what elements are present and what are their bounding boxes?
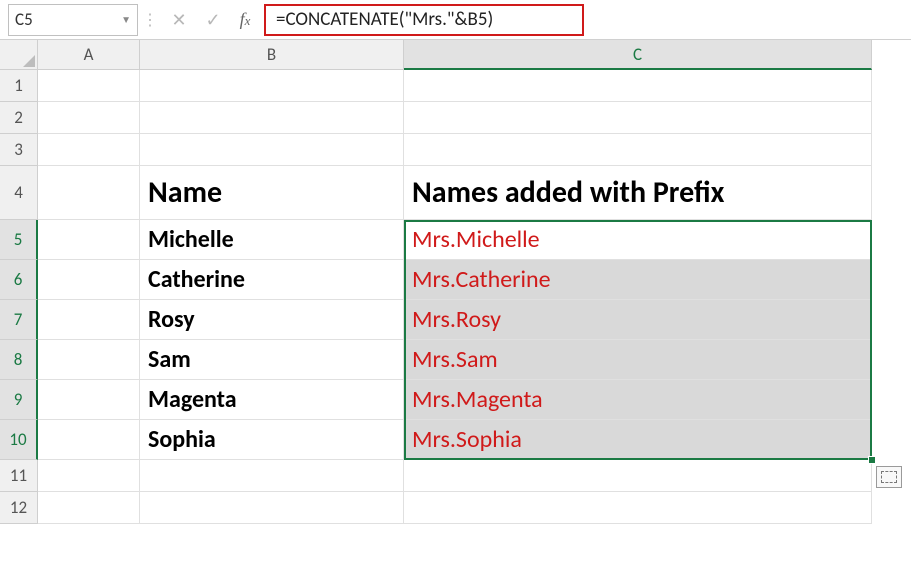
confirm-icon[interactable]: ✓	[196, 4, 230, 36]
cell-b3[interactable]	[140, 134, 404, 166]
row-header-8[interactable]: 8	[0, 340, 38, 380]
cell-a2[interactable]	[38, 102, 140, 134]
chevron-down-icon[interactable]: ▼	[121, 13, 131, 26]
cell-a5[interactable]	[38, 220, 140, 260]
cell-a4[interactable]	[38, 166, 140, 220]
col-header-b[interactable]: B	[140, 40, 404, 70]
formula-input[interactable]: =CONCATENATE("Mrs."&B5)	[264, 4, 584, 36]
row-header-5[interactable]: 5	[0, 220, 38, 260]
grid: Name Names added with Prefix Michelle Mr…	[38, 70, 872, 524]
cell-b11[interactable]	[140, 460, 404, 492]
cell-c2[interactable]	[404, 102, 872, 134]
column-headers: A B C	[38, 40, 872, 70]
row-header-11[interactable]: 11	[0, 460, 38, 492]
cell-b5[interactable]: Michelle	[140, 220, 404, 260]
name-box[interactable]: C5 ▼	[8, 4, 138, 36]
cell-a7[interactable]	[38, 300, 140, 340]
row-header-4[interactable]: 4	[0, 166, 38, 220]
cell-b12[interactable]	[140, 492, 404, 524]
cell-b2[interactable]	[140, 102, 404, 134]
cell-c3[interactable]	[404, 134, 872, 166]
cell-b7[interactable]: Rosy	[140, 300, 404, 340]
formula-text: =CONCATENATE("Mrs."&B5)	[276, 8, 493, 31]
cell-c11[interactable]	[404, 460, 872, 492]
cell-a1[interactable]	[38, 70, 140, 102]
separator-icon: ⋮	[138, 10, 162, 30]
cell-a10[interactable]	[38, 420, 140, 460]
paste-options-icon[interactable]	[876, 466, 902, 488]
col-header-a[interactable]: A	[38, 40, 140, 70]
row-header-10[interactable]: 10	[0, 420, 38, 460]
row-header-12[interactable]: 12	[0, 492, 38, 524]
fx-icon[interactable]: fx	[230, 9, 260, 30]
row-header-9[interactable]: 9	[0, 380, 38, 420]
select-all-corner[interactable]	[0, 40, 38, 70]
row-header-7[interactable]: 7	[0, 300, 38, 340]
formula-bar: C5 ▼ ⋮ ✕ ✓ fx =CONCATENATE("Mrs."&B5)	[0, 0, 911, 40]
cell-a12[interactable]	[38, 492, 140, 524]
cell-a11[interactable]	[38, 460, 140, 492]
cell-c9[interactable]: Mrs.Magenta	[404, 380, 872, 420]
cell-c12[interactable]	[404, 492, 872, 524]
cell-b8[interactable]: Sam	[140, 340, 404, 380]
col-header-c[interactable]: C	[404, 40, 872, 70]
row-header-6[interactable]: 6	[0, 260, 38, 300]
cell-b6[interactable]: Catherine	[140, 260, 404, 300]
cell-c8[interactable]: Mrs.Sam	[404, 340, 872, 380]
cell-c7[interactable]: Mrs.Rosy	[404, 300, 872, 340]
row-header-2[interactable]: 2	[0, 102, 38, 134]
cell-a8[interactable]	[38, 340, 140, 380]
row-header-1[interactable]: 1	[0, 70, 38, 102]
cell-c6[interactable]: Mrs.Catherine	[404, 260, 872, 300]
cell-c1[interactable]	[404, 70, 872, 102]
cell-c10[interactable]: Mrs.Sophia	[404, 420, 872, 460]
cell-a9[interactable]	[38, 380, 140, 420]
name-box-value: C5	[15, 9, 33, 30]
cancel-icon[interactable]: ✕	[162, 4, 196, 36]
cell-b10[interactable]: Sophia	[140, 420, 404, 460]
fill-handle[interactable]	[868, 456, 876, 464]
cell-a3[interactable]	[38, 134, 140, 166]
cell-a6[interactable]	[38, 260, 140, 300]
cell-b4[interactable]: Name	[140, 166, 404, 220]
row-header-3[interactable]: 3	[0, 134, 38, 166]
row-headers: 1 2 3 4 5 6 7 8 9 10 11 12	[0, 70, 38, 524]
cell-c4[interactable]: Names added with Prefix	[404, 166, 872, 220]
cell-b9[interactable]: Magenta	[140, 380, 404, 420]
cell-b1[interactable]	[140, 70, 404, 102]
cell-c5[interactable]: Mrs.Michelle	[404, 220, 872, 260]
